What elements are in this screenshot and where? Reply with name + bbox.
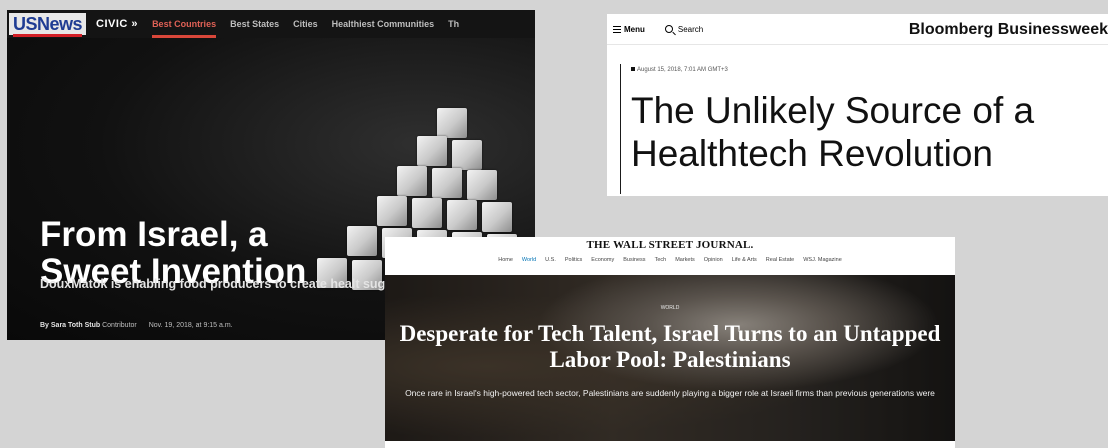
wsj-nav-us[interactable]: U.S. <box>545 257 556 263</box>
usnews-logo[interactable]: USNews <box>9 13 87 37</box>
bloomberg-search-button[interactable]: Search <box>664 24 704 34</box>
wsj-nav-world[interactable]: World <box>522 257 536 263</box>
bloomberg-article-screenshot: Menu Search Bloomberg Businessweek Augus… <box>607 14 1108 196</box>
wsj-nav-real-estate[interactable]: Real Estate <box>766 257 794 263</box>
wsj-nav-markets[interactable]: Markets <box>675 257 695 263</box>
wsj-nav-business[interactable]: Business <box>623 257 645 263</box>
wsj-article-screenshot: THE WALL STREET JOURNAL. Home World U.S.… <box>385 237 955 448</box>
wsj-nav-bar: Home World U.S. Politics Economy Busines… <box>385 257 955 263</box>
usnews-logo-text: USNews <box>13 14 83 37</box>
bloomberg-menu-button[interactable]: Menu <box>613 25 645 34</box>
usnews-nav-bar: USNews CIVIC » Best Countries Best State… <box>7 10 535 38</box>
wsj-section-kicker: WORLD <box>660 305 680 311</box>
usnews-nav-truncated[interactable]: Th <box>448 19 459 29</box>
wsj-nav-economy[interactable]: Economy <box>591 257 614 263</box>
wsj-nav-life-arts[interactable]: Life & Arts <box>732 257 757 263</box>
usnews-nav-cities[interactable]: Cities <box>293 19 318 29</box>
wsj-nav-tech[interactable]: Tech <box>655 257 667 263</box>
wsj-subheadline: Once rare in Israel's high-powered tech … <box>405 388 935 398</box>
usnews-civic-link[interactable]: CIVIC » <box>96 18 138 30</box>
usnews-nav-healthiest-communities[interactable]: Healthiest Communities <box>332 19 435 29</box>
wsj-masthead-logo[interactable]: THE WALL STREET JOURNAL. <box>385 239 955 251</box>
usnews-publish-date: Nov. 19, 2018, at 9:15 a.m. <box>148 322 233 329</box>
bloomberg-search-label: Search <box>677 24 704 34</box>
bloomberg-menu-label: Menu <box>624 24 645 34</box>
usnews-author-link[interactable]: By Sara Toth Stub <box>40 322 100 329</box>
bloomberg-headline: The Unlikely Source of a Healthtech Revo… <box>631 90 1035 174</box>
usnews-nav-best-states[interactable]: Best States <box>230 19 279 29</box>
bloomberg-publish-date: August 15, 2018, 7:01 AM GMT+3 <box>631 67 728 73</box>
usnews-headline-line1: From Israel, a <box>40 215 268 254</box>
usnews-nav-best-countries[interactable]: Best Countries <box>152 19 217 38</box>
usnews-byline: By Sara Toth Stub Contributor Nov. 19, 2… <box>40 322 233 329</box>
wsj-nav-opinion[interactable]: Opinion <box>704 257 723 263</box>
wsj-nav-politics[interactable]: Politics <box>565 257 582 263</box>
wsj-hero-image: WORLD Desperate for Tech Talent, Israel … <box>385 275 955 441</box>
search-icon <box>664 25 673 33</box>
usnews-civic-label: CIVIC <box>96 18 128 30</box>
bloomberg-businessweek-logo[interactable]: Bloomberg Businessweek <box>909 21 1108 39</box>
bloomberg-top-bar: Menu Search Bloomberg Businessweek <box>607 14 1108 45</box>
wsj-nav-home[interactable]: Home <box>498 257 513 263</box>
wsj-nav-magazine[interactable]: WSJ. Magazine <box>803 257 842 263</box>
usnews-author-role: Contributor <box>102 322 137 329</box>
bloomberg-vertical-rule <box>620 64 621 194</box>
hamburger-icon <box>613 25 621 33</box>
wsj-headline: Desperate for Tech Talent, Israel Turns … <box>399 321 941 372</box>
